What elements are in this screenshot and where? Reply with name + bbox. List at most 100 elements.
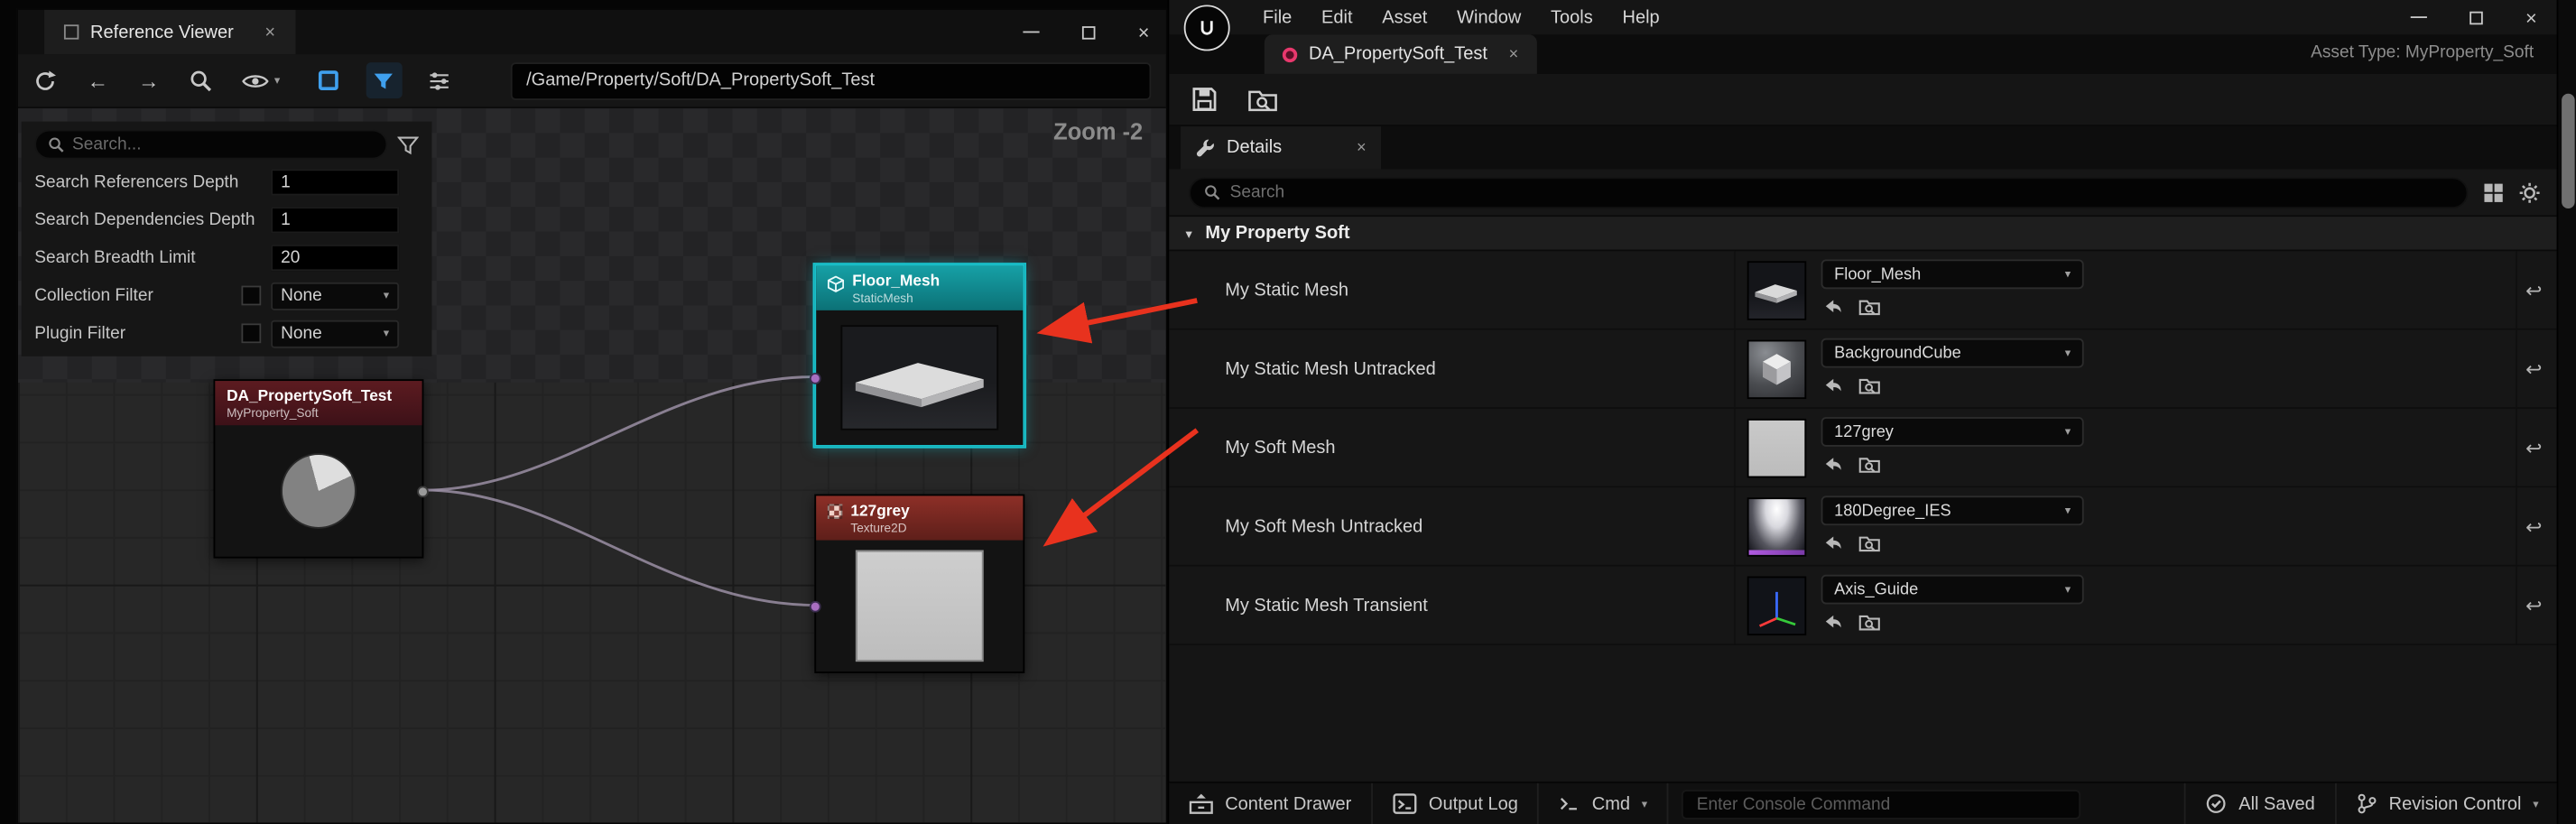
close-button[interactable] bbox=[1138, 21, 1150, 43]
close-tab-icon[interactable] bbox=[1357, 139, 1367, 157]
unreal-logo[interactable] bbox=[1184, 5, 1230, 51]
property-label: My Static Mesh bbox=[1225, 251, 1348, 329]
screen: Reference Viewer bbox=[0, 0, 2576, 824]
menu-help[interactable]: Help bbox=[1608, 5, 1674, 31]
minimize-button[interactable] bbox=[1023, 31, 1039, 33]
save-button[interactable] bbox=[1191, 86, 1219, 114]
show-referencers-toggle[interactable] bbox=[310, 62, 346, 98]
output-log-button[interactable]: Output Log bbox=[1373, 783, 1540, 824]
console-command-input[interactable] bbox=[1682, 789, 2080, 819]
zoom-level-label: Zoom -2 bbox=[1053, 118, 1143, 144]
asset-picker-value: BackgroundCube bbox=[1834, 344, 1961, 362]
revision-control-button[interactable]: Revision Control bbox=[2335, 783, 2559, 824]
asset-thumbnail[interactable] bbox=[1747, 419, 1806, 477]
details-search-box[interactable] bbox=[1189, 177, 2468, 208]
search-filter-icon[interactable] bbox=[397, 134, 419, 155]
display-settings-button[interactable] bbox=[2483, 181, 2505, 203]
scrollbar-track[interactable] bbox=[2557, 0, 2576, 824]
close-button[interactable] bbox=[2525, 5, 2537, 28]
property-row: My Soft Mesh 127grey bbox=[1169, 409, 2556, 487]
chevron-down-icon bbox=[2065, 425, 2071, 439]
all-saved-button[interactable]: All Saved bbox=[2184, 783, 2334, 824]
graph-canvas[interactable]: DA_PropertySoft_Test MyProperty_Soft Flo… bbox=[18, 108, 1166, 822]
browse-to-asset-button[interactable] bbox=[1858, 375, 1880, 396]
plugin-filter-dropdown[interactable]: None bbox=[271, 319, 399, 347]
graph-search-box[interactable] bbox=[34, 130, 387, 160]
all-saved-label: All Saved bbox=[2238, 794, 2315, 814]
asset-picker-dropdown[interactable]: Floor_Mesh bbox=[1821, 259, 2084, 289]
asset-picker-dropdown[interactable]: BackgroundCube bbox=[1821, 338, 2084, 368]
asset-thumbnail[interactable] bbox=[1747, 577, 1806, 635]
asset-tab[interactable]: DA_PropertySoft_Test bbox=[1265, 34, 1536, 74]
wrench-icon bbox=[1195, 138, 1215, 158]
browse-folder-icon bbox=[1248, 87, 1278, 113]
graph-node-127grey[interactable]: 127grey Texture2D bbox=[814, 495, 1024, 673]
asset-picker-dropdown[interactable]: Axis_Guide bbox=[1821, 575, 2084, 605]
use-selected-asset-button[interactable] bbox=[1822, 295, 1844, 317]
details-search-input[interactable] bbox=[1230, 182, 2453, 202]
input-pin[interactable] bbox=[810, 373, 821, 384]
input-pin[interactable] bbox=[810, 601, 821, 613]
cmd-dropdown[interactable]: Cmd bbox=[1540, 783, 1669, 824]
referencers-depth-input[interactable] bbox=[271, 169, 399, 195]
asset-thumbnail[interactable] bbox=[1747, 497, 1806, 556]
reference-viewer-titlebar[interactable]: Reference Viewer bbox=[18, 10, 1166, 54]
back-button[interactable] bbox=[87, 69, 108, 93]
asset-picker-dropdown[interactable]: 180Degree_IES bbox=[1821, 495, 2084, 525]
dependencies-depth-input[interactable] bbox=[271, 207, 399, 233]
content-drawer-button[interactable]: Content Drawer bbox=[1169, 783, 1373, 824]
chevron-down-icon bbox=[2065, 347, 2071, 360]
graph-search-input[interactable] bbox=[72, 134, 375, 154]
breadth-limit-input[interactable] bbox=[271, 245, 399, 271]
expander-icon[interactable] bbox=[1186, 226, 1192, 240]
reset-to-default-button[interactable] bbox=[2525, 278, 2542, 301]
graph-node-floor-mesh[interactable]: Floor_Mesh StaticMesh bbox=[814, 264, 1024, 447]
settings-button[interactable] bbox=[2519, 181, 2541, 203]
asset-thumbnail[interactable] bbox=[1747, 261, 1806, 319]
details-tab[interactable]: Details bbox=[1181, 126, 1381, 169]
scrollbar-thumb[interactable] bbox=[2562, 94, 2575, 208]
property-label: My Soft Mesh bbox=[1225, 409, 1335, 486]
use-selected-asset-button[interactable] bbox=[1822, 611, 1844, 633]
use-selected-asset-button[interactable] bbox=[1822, 532, 1844, 553]
reset-to-default-button[interactable] bbox=[2525, 514, 2542, 537]
menu-tools[interactable]: Tools bbox=[1536, 5, 1608, 31]
chevron-down-icon bbox=[2065, 583, 2071, 597]
filters-toggle[interactable] bbox=[366, 62, 402, 98]
close-tab-icon[interactable] bbox=[264, 23, 275, 42]
menu-window[interactable]: Window bbox=[1442, 5, 1536, 31]
collection-filter-checkbox[interactable] bbox=[241, 286, 261, 306]
reset-to-default-button[interactable] bbox=[2525, 436, 2542, 458]
asset-path-field[interactable]: /Game/Property/Soft/DA_PropertySoft_Test bbox=[510, 61, 1151, 99]
output-pin[interactable] bbox=[417, 486, 429, 498]
reset-to-default-button[interactable] bbox=[2525, 594, 2542, 616]
asset-thumbnail[interactable] bbox=[1747, 340, 1806, 399]
forward-button[interactable] bbox=[138, 69, 160, 93]
browse-to-asset-button[interactable] bbox=[1858, 532, 1880, 553]
category-header[interactable]: My Property Soft bbox=[1169, 215, 2556, 251]
browse-to-asset-button[interactable] bbox=[1858, 453, 1880, 475]
menu-edit[interactable]: Edit bbox=[1307, 5, 1367, 31]
use-selected-asset-button[interactable] bbox=[1822, 375, 1844, 396]
maximize-button[interactable] bbox=[1082, 25, 1096, 39]
visibility-dropdown[interactable] bbox=[241, 71, 280, 89]
graph-node-da-propertysoft-test[interactable]: DA_PropertySoft_Test MyProperty_Soft bbox=[214, 379, 424, 558]
reference-viewer-tab[interactable]: Reference Viewer bbox=[44, 10, 295, 54]
browse-to-asset-button[interactable] bbox=[1858, 611, 1880, 633]
plugin-filter-checkbox[interactable] bbox=[241, 323, 261, 343]
browse-to-asset-button[interactable] bbox=[1248, 87, 1278, 113]
sliders-icon bbox=[429, 69, 450, 91]
refresh-button[interactable] bbox=[32, 69, 57, 93]
maximize-button[interactable] bbox=[2469, 11, 2483, 24]
use-selected-asset-button[interactable] bbox=[1822, 453, 1844, 475]
filter-options-button[interactable] bbox=[422, 62, 458, 98]
close-tab-icon[interactable] bbox=[1509, 45, 1519, 63]
asset-picker-dropdown[interactable]: 127grey bbox=[1821, 417, 2084, 447]
menu-asset[interactable]: Asset bbox=[1367, 5, 1442, 31]
zoom-to-fit-button[interactable] bbox=[189, 69, 211, 91]
collection-filter-dropdown[interactable]: None bbox=[271, 282, 399, 310]
menu-file[interactable]: File bbox=[1248, 5, 1307, 31]
reset-to-default-button[interactable] bbox=[2525, 357, 2542, 380]
minimize-button[interactable] bbox=[2411, 16, 2427, 19]
browse-to-asset-button[interactable] bbox=[1858, 295, 1880, 317]
